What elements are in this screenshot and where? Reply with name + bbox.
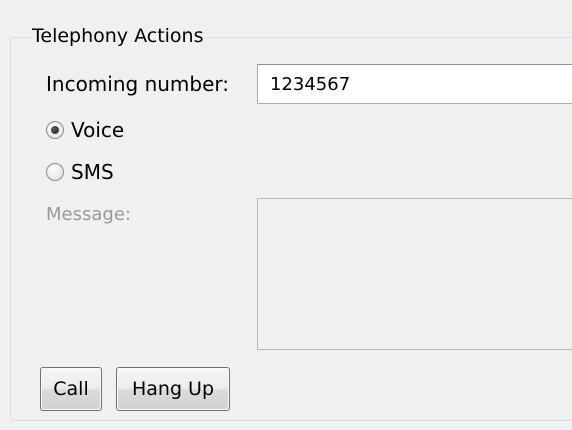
call-button[interactable]: Call [40, 367, 102, 411]
message-textarea[interactable] [257, 198, 572, 350]
incoming-number-input[interactable] [257, 64, 572, 104]
voice-radio-button[interactable] [46, 121, 64, 139]
voice-radio-label: Voice [71, 118, 125, 142]
hang-up-button[interactable]: Hang Up [116, 367, 230, 411]
incoming-number-label: Incoming number: [46, 72, 230, 96]
group-title: Telephony Actions [30, 22, 210, 50]
voice-radio[interactable]: Voice [46, 116, 124, 144]
sms-radio-label: SMS [71, 160, 114, 184]
radio-selected-dot [51, 126, 59, 134]
sms-radio[interactable]: SMS [46, 158, 114, 186]
sms-radio-button[interactable] [46, 163, 64, 181]
message-label: Message: [46, 204, 131, 225]
telephony-panel: Telephony Actions Incoming number: Voice… [0, 0, 572, 430]
